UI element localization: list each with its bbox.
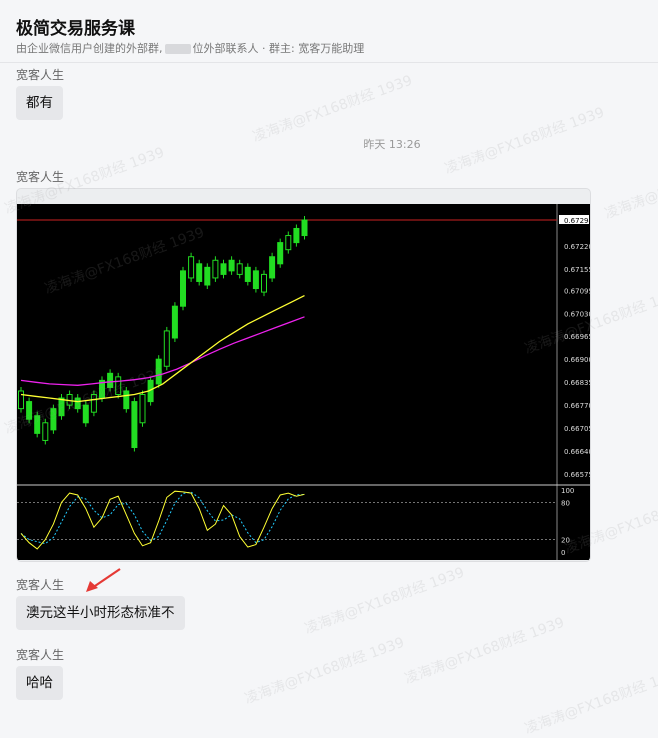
watermark-text: 凌海涛@FX168财经 1939: [522, 664, 658, 738]
chart-image-message[interactable]: 0.67294 0.67220 0.67155 0.67095 0.67030 0.669…: [16, 188, 591, 562]
watermark-text: 凌海涛@FX168财经 1939: [602, 150, 658, 223]
oscillator-tick-label: 20: [561, 537, 570, 545]
chat-subtitle: 由企业微信用户创建的外部群, 位外部联系人 · 群主: 宽客万能助理: [16, 40, 364, 56]
price-tick-label: 0.66575: [564, 471, 590, 479]
message-timestamp: 昨天 13:26: [363, 138, 421, 151]
candle-body: [188, 256, 195, 279]
price-tick-label: 0.66835: [564, 379, 590, 387]
candle-body: [107, 372, 114, 388]
candle-body: [131, 401, 138, 449]
watermark-text: 凌海涛@FX168财经 1939: [250, 72, 415, 146]
price-tick-label: 0.66965: [564, 333, 590, 341]
message-sender: 宽客人生: [16, 68, 65, 82]
candle-body: [82, 404, 89, 424]
watermark-text: 凌海涛@FX168财经 1939: [402, 614, 567, 688]
candle-body: [115, 376, 122, 396]
candle-body: [74, 397, 81, 410]
candle-body: [26, 401, 33, 420]
candle-body: [252, 270, 259, 290]
candle-body: [139, 394, 146, 424]
price-tick-label: 0.66770: [564, 402, 590, 410]
chat-header: 极简交易服务课 由企业微信用户创建的外部群, 位外部联系人 · 群主: 宽客万能助…: [0, 0, 658, 63]
candle-body: [301, 219, 308, 237]
oscillator-tick-label: 80: [561, 499, 570, 507]
price-tick-label: 0.67220: [564, 243, 590, 251]
candle-body: [236, 263, 243, 275]
price-tick-label: 0.67030: [564, 310, 590, 318]
candle-body: [212, 259, 219, 279]
price-tick-label: 0.66640: [564, 448, 590, 456]
candle-body: [269, 256, 276, 279]
candle-body: [123, 390, 130, 410]
candle-body: [244, 266, 251, 282]
candle-body: [220, 263, 227, 275]
price-tick-label: 0.67294: [564, 217, 590, 225]
message-bubble[interactable]: 哈哈: [16, 666, 63, 700]
candle-body: [261, 273, 267, 293]
message-sender: 宽客人生: [16, 170, 65, 184]
red-arrow-annotation: [86, 568, 121, 592]
candle-body: [277, 242, 284, 265]
candle-body: [34, 415, 41, 434]
watermark-text: 凌海涛@FX168财经 1939: [242, 634, 407, 708]
candle-body: [18, 390, 24, 410]
candle-body: [90, 394, 97, 413]
candle-body: [50, 408, 57, 431]
candle-body: [293, 227, 300, 244]
price-tick-label: 0.66900: [564, 356, 590, 364]
candle-body: [228, 259, 235, 272]
message-bubble[interactable]: 澳元这半小时形态标准不: [16, 596, 185, 630]
candle-body: [163, 330, 170, 367]
watermark-text: 凌海涛@FX168财经 1939: [302, 564, 467, 638]
candle-body: [155, 358, 162, 385]
message-sender: 宽客人生: [16, 648, 65, 662]
candle-body: [196, 263, 203, 282]
price-tick-label: 0.66705: [564, 425, 590, 433]
candle-body: [285, 235, 292, 251]
price-tick-label: 0.67095: [564, 287, 590, 295]
message-bubble[interactable]: 都有: [16, 86, 63, 120]
candle-body: [204, 266, 211, 286]
candle-body: [180, 270, 186, 307]
candle-body: [42, 422, 49, 441]
candle-body: [171, 305, 178, 339]
oscillator-tick-label: 100: [561, 487, 574, 495]
message-sender: 宽客人生: [16, 578, 65, 592]
price-tick-label: 0.67155: [564, 266, 590, 274]
oscillator-tick-label: 0: [561, 549, 565, 557]
subtitle-prefix: 由企业微信用户创建的外部群,: [16, 42, 163, 55]
redacted-count: [164, 44, 191, 54]
subtitle-suffix: 位外部联系人 · 群主: 宽客万能助理: [192, 42, 365, 55]
forex-chart: 0.67294 0.67220 0.67155 0.67095 0.67030 0.669…: [17, 204, 590, 560]
candle-body: [58, 397, 65, 417]
chat-title: 极简交易服务课: [16, 19, 135, 39]
